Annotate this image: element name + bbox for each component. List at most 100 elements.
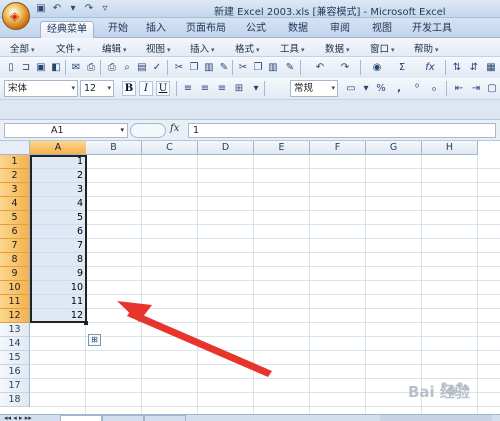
undo-icon[interactable]: ↶: [50, 2, 64, 15]
tab-home[interactable]: 开始: [104, 21, 132, 38]
open-folder-icon[interactable]: ⊐: [19, 60, 33, 75]
cell-a1[interactable]: 1: [30, 155, 86, 169]
column-header-h[interactable]: H: [422, 141, 478, 155]
column-header-f[interactable]: F: [310, 141, 366, 155]
row-header-18[interactable]: 18: [0, 393, 30, 407]
undo-icon[interactable]: ↶: [313, 60, 327, 75]
sheet-tab[interactable]: [60, 415, 102, 421]
menu-insert[interactable]: 插入 ▾: [190, 41, 215, 55]
percent-button[interactable]: %: [374, 81, 388, 96]
print-icon[interactable]: ⎙: [105, 60, 119, 75]
bold-button[interactable]: B: [122, 81, 136, 96]
cell-a11[interactable]: 11: [30, 295, 86, 309]
align-right-icon[interactable]: ≡: [215, 81, 229, 96]
insert-function-icon[interactable]: fx: [420, 60, 440, 75]
row-header-5[interactable]: 5: [0, 211, 30, 225]
tab-page-layout[interactable]: 页面布局: [182, 21, 230, 38]
row-header-1[interactable]: 1: [0, 155, 30, 169]
row-header-15[interactable]: 15: [0, 351, 30, 365]
tab-data[interactable]: 数据: [284, 21, 312, 38]
row-header-11[interactable]: 11: [0, 295, 30, 309]
menu-data[interactable]: 数据 ▾: [325, 41, 350, 55]
format-painter-icon[interactable]: ✎: [217, 60, 231, 75]
print-preview-icon[interactable]: ⌕: [120, 60, 134, 75]
currency-icon[interactable]: ▭: [344, 81, 358, 96]
increase-decimal-icon[interactable]: ⁰: [410, 81, 424, 96]
cut-icon[interactable]: ✂: [236, 60, 250, 75]
row-header-7[interactable]: 7: [0, 239, 30, 253]
redo-icon[interactable]: ↷: [338, 60, 352, 75]
cell-a9[interactable]: 9: [30, 267, 86, 281]
font-name-select[interactable]: 宋体 ▾: [4, 80, 78, 97]
decrease-decimal-icon[interactable]: ₀: [427, 81, 441, 96]
formula-bar-divider-handle[interactable]: [130, 123, 166, 138]
currency-dropdown-icon[interactable]: ▾: [359, 81, 373, 96]
research-icon[interactable]: ▤: [135, 60, 149, 75]
number-format-select[interactable]: 常规 ▾: [290, 80, 338, 97]
column-header-g[interactable]: G: [366, 141, 422, 155]
paste-icon[interactable]: ▥: [266, 60, 280, 75]
column-header-d[interactable]: D: [198, 141, 254, 155]
office-button[interactable]: ◈: [2, 2, 30, 30]
align-center-icon[interactable]: ≡: [198, 81, 212, 96]
row-header-16[interactable]: 16: [0, 365, 30, 379]
menu-window[interactable]: 窗口 ▾: [370, 41, 395, 55]
cell-a12[interactable]: 12: [30, 309, 86, 323]
cell-a3[interactable]: 3: [30, 183, 86, 197]
print-icon[interactable]: ⎙: [84, 60, 98, 75]
undo-dropdown-icon[interactable]: ▾: [66, 2, 80, 15]
redo-icon[interactable]: ↷: [82, 2, 96, 15]
format-painter-icon[interactable]: ✎: [283, 60, 297, 75]
permission-icon[interactable]: ◧: [49, 60, 63, 75]
hyperlink-icon[interactable]: ◉: [370, 60, 384, 75]
cell-a6[interactable]: 6: [30, 225, 86, 239]
column-header-a[interactable]: A: [30, 141, 87, 155]
menu-view[interactable]: 视图 ▾: [146, 41, 171, 55]
cell-a4[interactable]: 4: [30, 197, 86, 211]
menu-format[interactable]: 格式 ▾: [235, 41, 260, 55]
customize-icon[interactable]: ▿: [98, 2, 112, 15]
font-size-select[interactable]: 12 ▾: [80, 80, 114, 97]
borders-icon[interactable]: ▢: [485, 81, 499, 96]
column-header-b[interactable]: B: [86, 141, 142, 155]
tab-developer[interactable]: 开发工具: [408, 21, 456, 38]
save-icon[interactable]: ▣: [34, 2, 48, 15]
menu-all[interactable]: 全部 ▾: [10, 41, 35, 55]
sheet-tab[interactable]: [144, 415, 186, 421]
copy-icon[interactable]: ❐: [187, 60, 201, 75]
sort-ascending-icon[interactable]: ⇅: [450, 60, 464, 75]
chart-wizard-icon[interactable]: ▦: [484, 60, 498, 75]
row-header-10[interactable]: 10: [0, 281, 30, 295]
row-header-9[interactable]: 9: [0, 267, 30, 281]
tab-formulas[interactable]: 公式: [242, 21, 270, 38]
tab-insert[interactable]: 插入: [142, 21, 170, 38]
column-header-c[interactable]: C: [142, 141, 198, 155]
italic-button[interactable]: I: [139, 81, 153, 96]
menu-file[interactable]: 文件 ▾: [56, 41, 81, 55]
tab-classic-menu[interactable]: 经典菜单: [40, 21, 94, 38]
autofill-options-button[interactable]: ⊞: [88, 334, 101, 346]
row-header-14[interactable]: 14: [0, 337, 30, 351]
row-header-2[interactable]: 2: [0, 169, 30, 183]
row-header-4[interactable]: 4: [0, 197, 30, 211]
align-left-icon[interactable]: ≡: [181, 81, 195, 96]
menu-edit[interactable]: 编辑 ▾: [102, 41, 127, 55]
sheet-tab[interactable]: [102, 415, 144, 421]
fill-handle[interactable]: [84, 321, 88, 325]
cell-a10[interactable]: 10: [30, 281, 86, 295]
column-header-e[interactable]: E: [254, 141, 310, 155]
name-box[interactable]: A1 ▾: [4, 123, 128, 138]
copy-icon[interactable]: ❐: [251, 60, 265, 75]
row-header-12[interactable]: 12: [0, 309, 30, 323]
merge-dropdown-icon[interactable]: ▾: [249, 81, 263, 96]
menu-tools[interactable]: 工具 ▾: [280, 41, 305, 55]
paste-icon[interactable]: ▥: [202, 60, 216, 75]
email-icon[interactable]: ✉: [69, 60, 83, 75]
increase-indent-icon[interactable]: ⇥: [469, 81, 483, 96]
row-header-17[interactable]: 17: [0, 379, 30, 393]
cell-a5[interactable]: 5: [30, 211, 86, 225]
save-icon[interactable]: ▣: [34, 60, 48, 75]
comma-button[interactable]: ,: [392, 81, 406, 96]
cut-icon[interactable]: ✂: [172, 60, 186, 75]
horizontal-scrollbar[interactable]: [380, 415, 492, 421]
